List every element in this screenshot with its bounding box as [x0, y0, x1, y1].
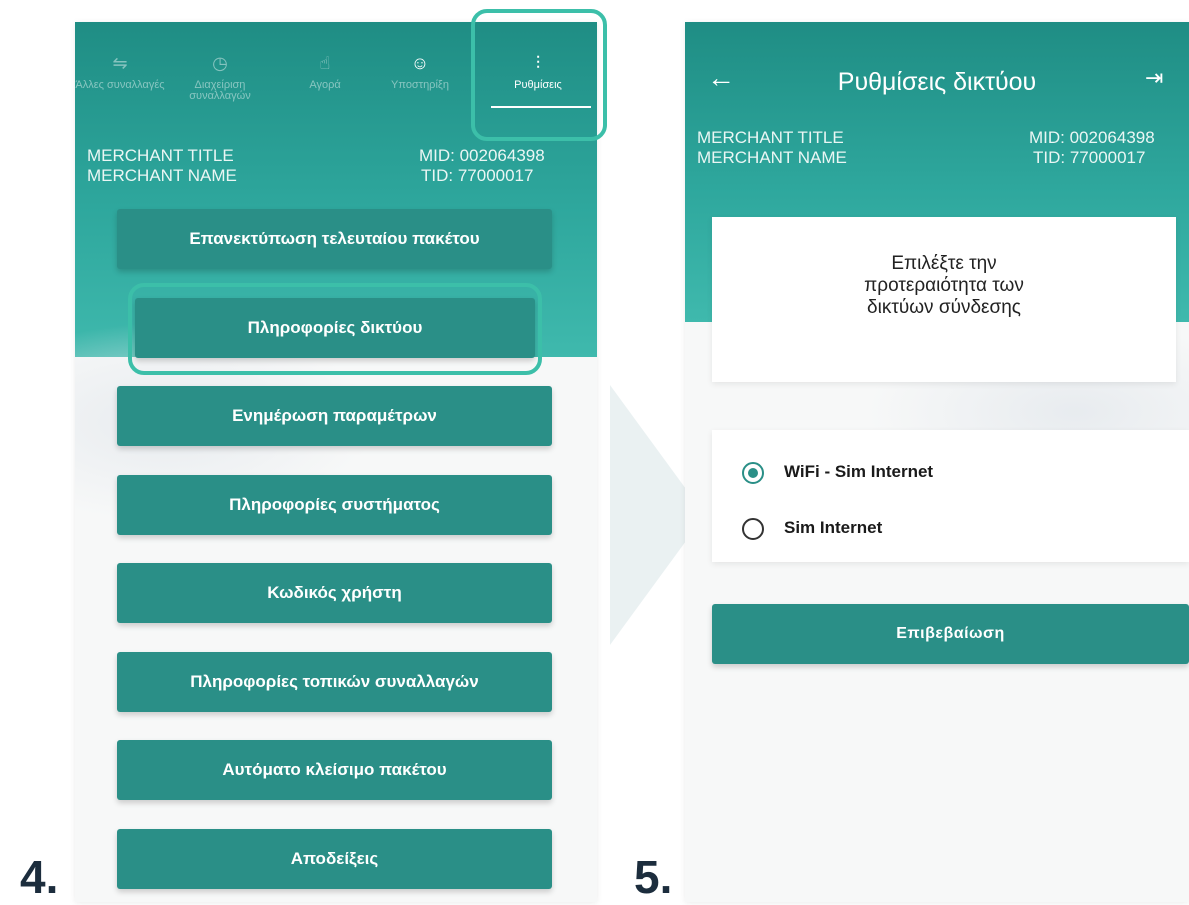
system-info-button[interactable]: Πληροφορίες συστήματος: [117, 475, 552, 535]
merchant-name: MERCHANT NAME: [87, 166, 237, 185]
prompt-line: δικτύων σύνδεσης: [867, 297, 1021, 318]
terminal-ids: MID: 002064398 TID: 77000017: [1029, 128, 1155, 168]
prompt-line: προτεραιότητα των: [864, 275, 1024, 296]
reprint-last-batch-button[interactable]: Επανεκτύπωση τελευταίου πακέτου: [117, 209, 552, 269]
purchase-icon: ☝: [319, 53, 331, 73]
receipts-button[interactable]: Αποδείξεις: [117, 829, 552, 889]
settings-screen: ⇋ Άλλες συναλλαγές ◷ Διαχείριση συναλλαγ…: [75, 22, 597, 902]
prompt-line: Επιλέξτε την: [891, 253, 997, 274]
merchant-title: MERCHANT TITLE: [697, 128, 844, 147]
merchant-info: MERCHANT TITLE MERCHANT NAME: [87, 146, 237, 186]
tid-label: TID: 77000017: [1033, 148, 1146, 167]
network-settings-screen: ← Ρυθμίσεις δικτύου ⇥ MERCHANT TITLE MER…: [685, 22, 1189, 902]
merchant-info: MERCHANT TITLE MERCHANT NAME: [697, 128, 847, 168]
transactions-icon: ⇋: [112, 53, 128, 73]
option-label: WiFi - Sim Internet: [784, 462, 934, 481]
step-number-5: 5.: [634, 851, 673, 903]
support-icon: ☺: [410, 53, 430, 73]
manage-transactions-icon: ◷: [212, 53, 228, 73]
step-number-4: 4.: [20, 851, 59, 903]
merchant-title: MERCHANT TITLE: [87, 146, 234, 165]
tid-label: TID: 77000017: [421, 166, 534, 185]
merchant-name: MERCHANT NAME: [697, 148, 847, 167]
priority-prompt-card: Επιλέξτε την προτεραιότητα των δικτύων σ…: [712, 217, 1176, 382]
tab-purchase[interactable]: ☝ Αγορά: [280, 52, 370, 91]
priority-prompt: Επιλέξτε την προτεραιότητα των δικτύων σ…: [712, 253, 1176, 319]
tab-label: Υποστηρίξη: [391, 79, 449, 91]
network-info-highlight: [128, 283, 542, 375]
local-transactions-info-button[interactable]: Πληροφορίες τοπικών συναλλαγών: [117, 652, 552, 712]
confirm-button[interactable]: Επιβεβαίωση: [712, 604, 1189, 664]
mid-label: MID: 002064398: [1029, 128, 1155, 147]
tab-label: Αγορά: [309, 79, 341, 91]
settings-tab-highlight: [471, 9, 607, 141]
radio-unchecked[interactable]: [742, 518, 764, 540]
radio-checked[interactable]: [742, 462, 764, 484]
user-code-button[interactable]: Κωδικός χρήστη: [117, 563, 552, 623]
auto-batch-close-button[interactable]: Αυτόματο κλείσιμο πακέτου: [117, 740, 552, 800]
mid-label: MID: 002064398: [419, 146, 545, 165]
tab-label: Άλλες συναλλαγές: [75, 79, 165, 91]
option-label: Sim Internet: [784, 518, 883, 537]
tab-label: Διαχείριση συναλλαγών: [189, 79, 251, 102]
page-title: Ρυθμίσεις δικτύου: [837, 68, 1037, 96]
tab-support[interactable]: ☺ Υποστηρίξη: [375, 52, 465, 91]
network-options-card: WiFi - Sim Internet Sim Internet: [712, 430, 1189, 562]
tab-other-transactions[interactable]: ⇋ Άλλες συναλλαγές: [75, 52, 165, 91]
logout-icon[interactable]: ⇥: [1145, 65, 1163, 91]
tab-manage-transactions[interactable]: ◷ Διαχείριση συναλλαγών: [175, 52, 265, 102]
update-parameters-button[interactable]: Ενημέρωση παραμέτρων: [117, 386, 552, 446]
terminal-ids: MID: 002064398 TID: 77000017: [419, 146, 545, 186]
